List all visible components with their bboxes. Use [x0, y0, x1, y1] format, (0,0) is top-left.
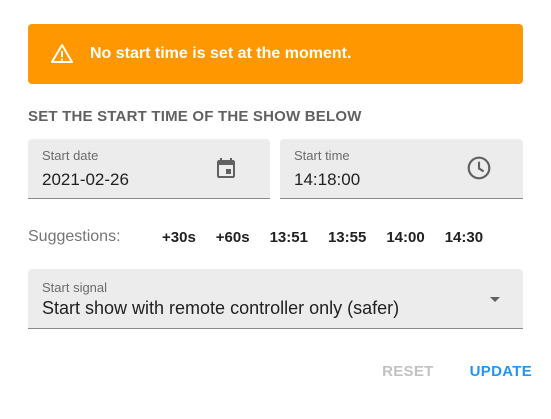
- warning-icon: [50, 42, 74, 66]
- alert-message: No start time is set at the moment.: [90, 45, 352, 62]
- start-time-label: Start time: [294, 148, 350, 163]
- suggestion-13-55[interactable]: 13:55: [318, 226, 376, 248]
- suggestions-label: Suggestions:: [28, 228, 121, 245]
- start-signal-select[interactable]: Start signal Start show with remote cont…: [28, 269, 523, 329]
- update-button[interactable]: UPDATE: [470, 363, 532, 380]
- start-signal-value[interactable]: Start show with remote controller only (…: [42, 298, 399, 319]
- suggestion-14-30[interactable]: 14:30: [435, 226, 493, 248]
- start-date-field[interactable]: Start date 2021-02-26: [28, 139, 270, 199]
- start-time-value[interactable]: 14:18:00: [294, 170, 360, 190]
- start-date-value[interactable]: 2021-02-26: [42, 170, 129, 190]
- suggestion-14-00[interactable]: 14:00: [376, 226, 434, 248]
- suggestion-plus-60s[interactable]: +60s: [206, 226, 260, 248]
- section-title: SET THE START TIME OF THE SHOW BELOW: [28, 108, 362, 125]
- reset-button[interactable]: RESET: [382, 363, 434, 380]
- no-start-time-alert: No start time is set at the moment.: [28, 24, 523, 84]
- form-actions: RESET UPDATE: [382, 360, 532, 382]
- start-date-label: Start date: [42, 148, 99, 163]
- suggestions-row: Suggestions: +30s +60s 13:51 13:55 14:00…: [28, 226, 493, 248]
- calendar-icon[interactable]: [212, 154, 240, 182]
- clock-icon[interactable]: [465, 154, 493, 182]
- start-time-field[interactable]: Start time 14:18:00: [280, 139, 523, 199]
- suggestion-13-51[interactable]: 13:51: [260, 226, 318, 248]
- start-signal-label: Start signal: [42, 280, 108, 295]
- suggestion-plus-30s[interactable]: +30s: [152, 226, 206, 248]
- dropdown-arrow-icon[interactable]: [481, 285, 509, 313]
